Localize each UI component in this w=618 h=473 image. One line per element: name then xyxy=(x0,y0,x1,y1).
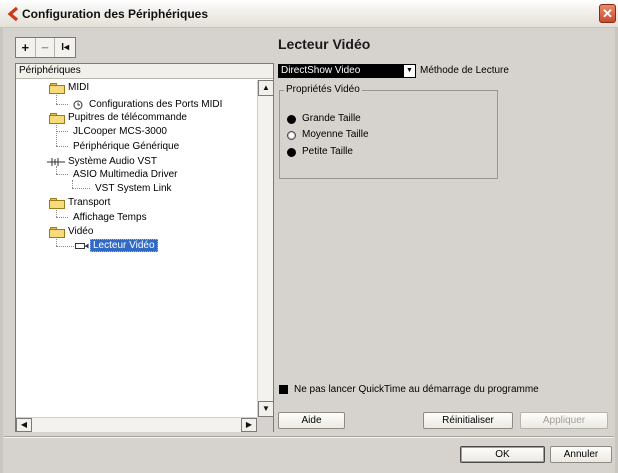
playback-method-select[interactable]: DirectShow Video ▼ xyxy=(278,64,416,78)
playback-method-value: DirectShow Video xyxy=(281,65,361,76)
remove-device-button[interactable]: − xyxy=(36,38,56,57)
cubase-logo-icon xyxy=(7,6,19,22)
tree-column-header[interactable]: Périphériques xyxy=(16,64,273,79)
tree-horizontal-scrollbar[interactable]: ◀ ▶ xyxy=(16,417,257,432)
tree-item-label: Périphérique Générique xyxy=(73,141,180,152)
tree-item-video-player[interactable]: Lecteur Vidéo xyxy=(90,239,158,253)
tree-item-vst-audio-system[interactable]: Système Audio VST xyxy=(68,155,157,169)
devices-tree[interactable]: MIDI Configurations des Ports MIDI Pupit… xyxy=(16,80,257,417)
radio-label-medium: Moyenne Taille xyxy=(302,129,369,140)
tree-hline-midi-ports xyxy=(56,104,68,105)
scroll-up-icon[interactable]: ▲ xyxy=(258,80,274,96)
footer-separator xyxy=(4,436,614,438)
folder-icon xyxy=(49,198,65,209)
reset-button[interactable]: Réinitialiser xyxy=(423,412,513,429)
quicktime-checkbox-label: Ne pas lancer QuickTime au démarrage du … xyxy=(294,384,539,395)
device-setup-window: Configuration des Périphériques ✕ + − I◂… xyxy=(0,0,618,473)
tree-item-label: JLCooper MCS-3000 xyxy=(73,126,167,137)
tree-item-label: ASIO Multimedia Driver xyxy=(73,169,178,180)
radio-label-small: Petite Taille xyxy=(302,146,353,157)
radio-large-size[interactable] xyxy=(287,115,296,124)
tree-item-label: Configurations des Ports MIDI xyxy=(89,99,223,110)
tree-item-label: Affichage Temps xyxy=(73,212,147,223)
scroll-left-icon[interactable]: ◀ xyxy=(16,418,32,432)
video-properties-group: Propriétés Vidéo Grande Taille Moyenne T… xyxy=(279,84,498,179)
audio-system-icon xyxy=(47,158,65,166)
cancel-button[interactable]: Annuler xyxy=(550,446,612,463)
tree-item-asio-driver[interactable]: ASIO Multimedia Driver xyxy=(73,168,177,182)
device-toolbar: + − I◂ xyxy=(15,37,76,58)
close-button[interactable]: ✕ xyxy=(599,4,616,23)
tree-line-vst xyxy=(56,166,57,174)
chevron-down-icon[interactable]: ▼ xyxy=(404,65,415,77)
reset-device-button[interactable]: I◂ xyxy=(55,38,75,57)
radio-small-size[interactable] xyxy=(287,148,296,157)
scroll-right-icon[interactable]: ▶ xyxy=(241,418,257,432)
tree-item-generic-device[interactable]: Périphérique Générique xyxy=(73,140,179,154)
title-bar[interactable]: Configuration des Périphériques ✕ xyxy=(0,0,618,28)
devices-tree-panel: Périphériques MIDI Configurations des Po… xyxy=(15,63,274,432)
folder-icon xyxy=(49,227,65,238)
tree-item-label: Lecteur Vidéo xyxy=(90,239,158,252)
tree-item-transport[interactable]: Transport xyxy=(68,196,110,210)
apply-button[interactable]: Appliquer xyxy=(520,412,608,429)
tree-item-label: Transport xyxy=(68,197,111,208)
tree-hline-jlcooper xyxy=(56,131,68,132)
tree-item-vst-system-link[interactable]: VST System Link xyxy=(95,182,172,196)
tree-item-midi[interactable]: MIDI xyxy=(68,81,89,95)
folder-icon xyxy=(49,83,65,94)
radio-label-large: Grande Taille xyxy=(302,113,361,124)
tree-item-video[interactable]: Vidéo xyxy=(68,225,93,239)
video-player-icon xyxy=(75,243,89,249)
tree-item-label: Système Audio VST xyxy=(68,156,157,167)
scrollbar-corner xyxy=(257,417,273,432)
window-title: Configuration des Périphériques xyxy=(22,7,209,21)
tree-hline-asio xyxy=(56,174,68,175)
folder-icon xyxy=(49,113,65,124)
tree-item-label: VST System Link xyxy=(95,183,172,194)
scroll-down-icon[interactable]: ▼ xyxy=(258,401,274,417)
tree-item-remote-devices[interactable]: Pupitres de télécommande xyxy=(68,111,187,125)
window-border-left xyxy=(0,28,3,473)
tree-item-time-display[interactable]: Affichage Temps xyxy=(73,211,147,225)
tree-item-label: Pupitres de télécommande xyxy=(68,112,187,123)
tree-hline-time-display xyxy=(56,217,68,218)
radio-medium-size[interactable] xyxy=(287,131,296,140)
playback-method-label: Méthode de Lecture xyxy=(420,65,509,76)
tree-item-label: MIDI xyxy=(68,82,90,93)
tree-vertical-scrollbar[interactable]: ▲ ▼ xyxy=(257,80,274,417)
tree-item-midi-ports[interactable]: Configurations des Ports MIDI xyxy=(89,98,222,112)
group-title: Propriétés Vidéo xyxy=(284,84,362,95)
add-device-button[interactable]: + xyxy=(16,38,36,57)
tree-item-jlcooper[interactable]: JLCooper MCS-3000 xyxy=(73,125,167,139)
quicktime-checkbox[interactable] xyxy=(279,385,288,394)
help-button[interactable]: Aide xyxy=(278,412,345,429)
ok-button[interactable]: OK xyxy=(460,446,545,463)
panel-title: Lecteur Vidéo xyxy=(278,36,371,52)
tree-item-label: Vidéo xyxy=(68,226,94,237)
clock-icon xyxy=(73,100,83,110)
tree-hline-system-link xyxy=(72,188,90,189)
tree-hline-generic xyxy=(56,146,68,147)
